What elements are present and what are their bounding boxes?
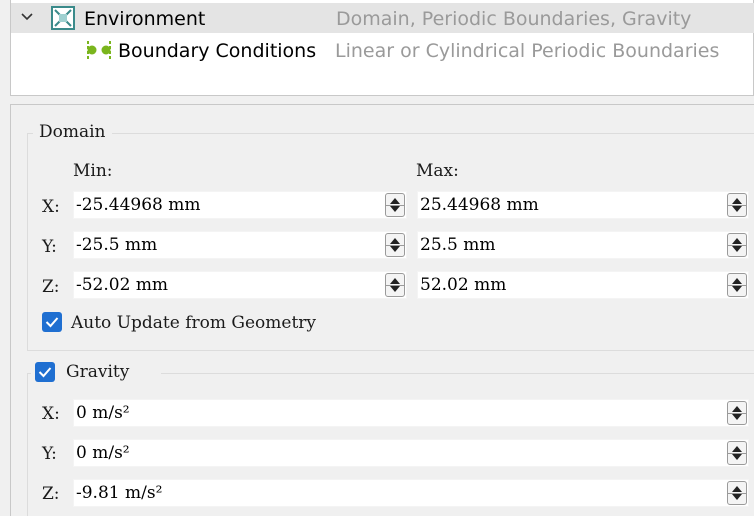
domain-z-min-input[interactable]: -52.02 mm: [73, 271, 407, 299]
max-header: Max:: [416, 161, 459, 181]
spin-arrows-icon[interactable]: [727, 481, 747, 505]
tree-item-boundary-name: Boundary Conditions: [118, 40, 317, 62]
tree-item-environment-desc: Domain, Periodic Boundaries, Gravity: [336, 8, 692, 30]
domain-y-max-input[interactable]: 25.5 mm: [417, 231, 749, 259]
min-header: Min:: [73, 161, 113, 181]
gravity-z-label: Z:: [42, 484, 60, 504]
domain-x-max-input[interactable]: 25.44968 mm: [417, 191, 749, 219]
checkmark-icon: [38, 367, 52, 378]
domain-y-min-input[interactable]: -25.5 mm: [73, 231, 407, 259]
tree-item-boundary-conditions[interactable]: Boundary Conditions Linear or Cylindrica…: [11, 35, 754, 65]
spin-arrows-icon[interactable]: [727, 233, 747, 257]
gravity-z-input[interactable]: -9.81 m/s²: [73, 479, 749, 507]
spin-arrows-icon[interactable]: [727, 401, 747, 425]
spin-arrows-icon[interactable]: [385, 273, 405, 297]
domain-x-label: X:: [42, 197, 60, 217]
tree-item-environment[interactable]: Environment Domain, Periodic Boundaries,…: [11, 3, 754, 33]
domain-z-max-input[interactable]: 52.02 mm: [417, 271, 749, 299]
auto-update-label[interactable]: Auto Update from Geometry: [71, 313, 316, 333]
environment-icon: [51, 6, 75, 30]
checkmark-icon: [45, 317, 59, 328]
spin-arrows-icon[interactable]: [727, 273, 747, 297]
domain-z-label: Z:: [42, 277, 60, 297]
spin-arrows-icon[interactable]: [385, 193, 405, 217]
gravity-checkbox[interactable]: [35, 362, 55, 382]
domain-y-label: Y:: [42, 237, 57, 257]
gravity-y-label: Y:: [42, 444, 57, 464]
domain-x-min-input[interactable]: -25.44968 mm: [73, 191, 407, 219]
domain-group-title: Domain: [33, 122, 112, 142]
chevron-down-icon[interactable]: [19, 6, 35, 28]
gravity-group-title[interactable]: Gravity: [66, 362, 129, 382]
gravity-x-input[interactable]: 0 m/s²: [73, 399, 749, 427]
boundary-conditions-icon: [87, 41, 111, 59]
spin-arrows-icon[interactable]: [727, 441, 747, 465]
auto-update-checkbox[interactable]: [42, 312, 62, 332]
tree-item-boundary-desc: Linear or Cylindrical Periodic Boundarie…: [335, 40, 720, 62]
tree-item-environment-name: Environment: [84, 8, 206, 30]
environment-tree: Environment Domain, Periodic Boundaries,…: [10, 0, 754, 96]
gravity-y-input[interactable]: 0 m/s²: [73, 439, 749, 467]
spin-arrows-icon[interactable]: [385, 233, 405, 257]
spin-arrows-icon[interactable]: [727, 193, 747, 217]
properties-panel: Domain Min: Max: X: -25.44968 mm 25.4496…: [10, 104, 754, 516]
gravity-x-label: X:: [42, 404, 60, 424]
